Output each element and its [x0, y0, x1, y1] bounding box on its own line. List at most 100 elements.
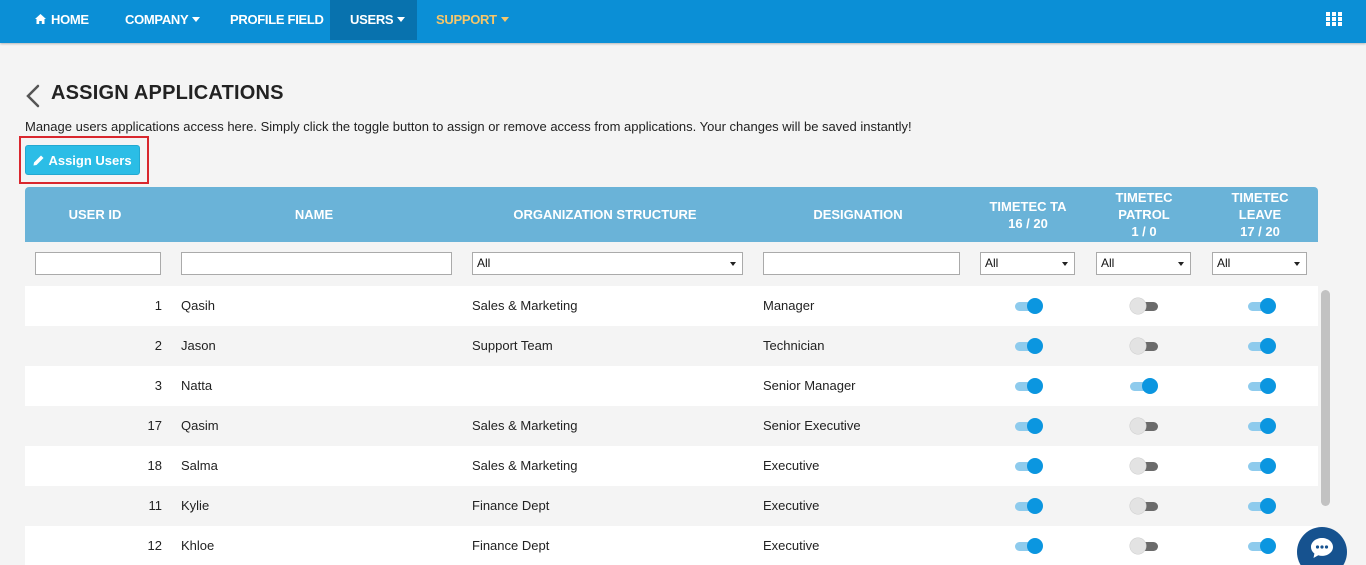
col-user-id[interactable]: USER ID	[25, 187, 165, 242]
cell-name: Kylie	[181, 498, 210, 513]
cell-name: Jason	[181, 338, 216, 353]
toggle-knob	[1027, 458, 1043, 474]
toggle-knob	[1260, 458, 1276, 474]
toggle-leave[interactable]	[1248, 457, 1276, 475]
toggle-knob	[1130, 298, 1146, 314]
toggle-patrol[interactable]	[1130, 377, 1158, 395]
chevron-down-icon	[397, 17, 406, 23]
col-designation[interactable]: DESIGNATION	[755, 187, 961, 242]
toggle-ta[interactable]	[1015, 337, 1043, 355]
col-patrol-count: 1 / 0	[1131, 224, 1157, 239]
filter-patrol-select[interactable]: All	[1096, 252, 1191, 275]
nav-profile-field[interactable]: PROFILE FIELD	[230, 0, 324, 40]
toggle-knob	[1130, 498, 1146, 514]
nav-company[interactable]: COMPANY	[125, 0, 201, 40]
toggle-ta[interactable]	[1015, 457, 1043, 475]
toggle-ta[interactable]	[1015, 497, 1043, 515]
col-name-label: NAME	[294, 207, 334, 222]
col-user-id-label: USER ID	[68, 207, 122, 222]
apps-grid-icon[interactable]	[1326, 12, 1342, 26]
toggle-knob	[1130, 538, 1146, 554]
toggle-patrol[interactable]	[1130, 297, 1158, 315]
nav-users-label: USERS	[350, 12, 394, 27]
toggle-knob	[1260, 378, 1276, 394]
cell-org-structure: Finance Dept	[472, 498, 550, 513]
col-timetec-leave[interactable]: TIMETEC LEAVE 17 / 20	[1210, 187, 1310, 242]
nav-support[interactable]: SUPPORT	[436, 0, 509, 40]
filter-designation-input[interactable]	[763, 252, 960, 275]
chat-bubble-icon	[1311, 538, 1333, 558]
toggle-ta[interactable]	[1015, 537, 1043, 555]
dropdown-arrow-icon	[730, 262, 736, 266]
users-table: USER ID NAME ORGANIZATION STRUCTURE DESI…	[25, 187, 1318, 565]
col-org-structure[interactable]: ORGANIZATION STRUCTURE	[465, 187, 745, 242]
col-patrol-label: TIMETEC PATROL	[1115, 190, 1173, 222]
assign-users-button[interactable]: Assign Users	[25, 145, 140, 175]
col-leave-label: TIMETEC LEAVE	[1231, 190, 1289, 222]
table-scrollbar[interactable]	[1321, 290, 1330, 506]
cell-designation: Technician	[763, 338, 825, 353]
filter-user-id-input[interactable]	[35, 252, 161, 275]
table-header: USER ID NAME ORGANIZATION STRUCTURE DESI…	[25, 187, 1318, 242]
cell-name: Khloe	[181, 538, 215, 553]
cell-org-structure: Sales & Marketing	[472, 458, 578, 473]
toggle-knob	[1260, 418, 1276, 434]
toggle-leave[interactable]	[1248, 497, 1276, 515]
toggle-ta[interactable]	[1015, 297, 1043, 315]
toggle-knob	[1260, 498, 1276, 514]
back-arrow-icon[interactable]	[25, 84, 41, 108]
toggle-patrol[interactable]	[1130, 497, 1158, 515]
chat-button[interactable]	[1297, 527, 1347, 565]
toggle-ta[interactable]	[1015, 417, 1043, 435]
col-org-label: ORGANIZATION STRUCTURE	[513, 207, 697, 222]
col-timetec-ta[interactable]: TIMETEC TA 16 / 20	[978, 187, 1078, 242]
cell-designation: Manager	[763, 298, 815, 313]
page-description: Manage users applications access here. S…	[25, 119, 912, 134]
toggle-leave[interactable]	[1248, 417, 1276, 435]
col-ta-count: 16 / 20	[1008, 215, 1048, 231]
top-navbar: HOME COMPANY PROFILE FIELD USERS SUPPORT	[0, 0, 1366, 43]
cell-org-structure: Sales & Marketing	[472, 298, 578, 313]
col-timetec-patrol[interactable]: TIMETEC PATROL 1 / 0	[1089, 187, 1199, 242]
toggle-ta[interactable]	[1015, 377, 1043, 395]
toggle-patrol[interactable]	[1130, 537, 1158, 555]
cell-user-id: 11	[148, 498, 163, 513]
toggle-leave[interactable]	[1248, 537, 1276, 555]
dropdown-arrow-icon	[1178, 262, 1184, 266]
cell-user-id: 17	[147, 418, 162, 433]
nav-home[interactable]: HOME	[35, 0, 89, 40]
cell-designation: Senior Executive	[763, 418, 861, 433]
toggle-knob	[1027, 498, 1043, 514]
dropdown-arrow-icon	[1062, 262, 1068, 266]
filter-patrol-value: All	[1101, 256, 1115, 270]
cell-user-id: 2	[154, 338, 162, 353]
table-row: 1 Qasih Sales & Marketing Manager	[25, 286, 1318, 326]
nav-home-label: HOME	[51, 12, 89, 27]
table-row: 3 Natta Senior Manager	[25, 366, 1318, 406]
cell-user-id: 18	[147, 458, 162, 473]
toggle-leave[interactable]	[1248, 377, 1276, 395]
toggle-knob	[1260, 298, 1276, 314]
toggle-leave[interactable]	[1248, 337, 1276, 355]
toggle-knob	[1027, 298, 1043, 314]
filter-name-input[interactable]	[181, 252, 452, 275]
cell-org-structure: Support Team	[472, 338, 553, 353]
toggle-knob	[1027, 338, 1043, 354]
toggle-leave[interactable]	[1248, 297, 1276, 315]
filter-org-select[interactable]: All	[472, 252, 743, 275]
filter-leave-value: All	[1217, 256, 1231, 270]
toggle-knob	[1130, 458, 1146, 474]
toggle-knob	[1130, 418, 1146, 434]
cell-name: Qasih	[181, 298, 215, 313]
nav-users[interactable]: USERS	[330, 0, 417, 40]
cell-designation: Senior Manager	[763, 378, 856, 393]
toggle-patrol[interactable]	[1130, 417, 1158, 435]
toggle-patrol[interactable]	[1130, 337, 1158, 355]
toggle-patrol[interactable]	[1130, 457, 1158, 475]
cell-name: Natta	[181, 378, 213, 393]
col-name[interactable]: NAME	[175, 187, 453, 242]
filter-leave-select[interactable]: All	[1212, 252, 1307, 275]
filter-row: All All All All	[25, 242, 1318, 286]
filter-ta-select[interactable]: All	[980, 252, 1075, 275]
table-row: 11 Kylie Finance Dept Executive	[25, 486, 1318, 526]
